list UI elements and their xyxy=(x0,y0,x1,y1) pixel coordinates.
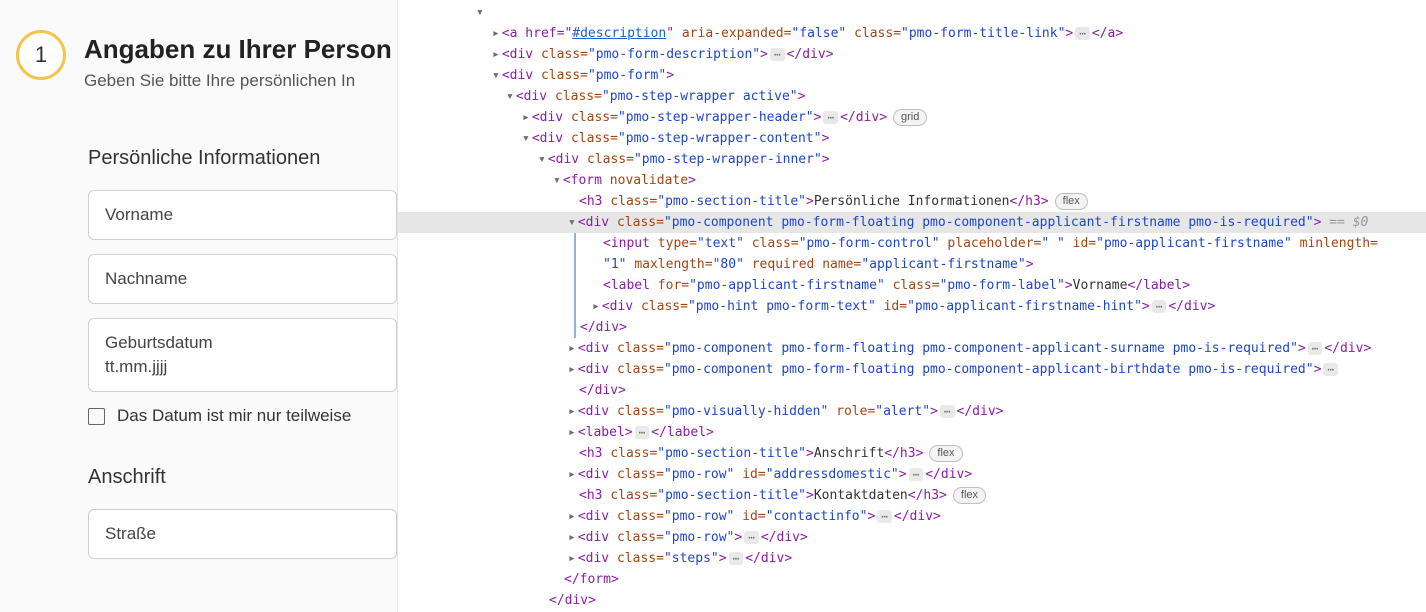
href-link[interactable]: #description xyxy=(572,26,666,41)
ellipsis-icon[interactable]: ⋯ xyxy=(909,468,924,481)
section-address-title: Anschrift xyxy=(88,466,397,489)
dom-row[interactable]: <div class="pmo-step-wrapper active"> xyxy=(398,86,1426,107)
dom-row[interactable]: <div class="pmo-row" id="addressdomestic… xyxy=(398,464,1426,485)
dom-row[interactable]: <div class="pmo-step-wrapper-header">⋯</… xyxy=(398,107,1426,128)
firstname-field[interactable]: Vorname xyxy=(88,190,397,240)
dom-row[interactable]: <div class="pmo-row">⋯</div> xyxy=(398,527,1426,548)
dom-text: Kontaktdaten xyxy=(814,488,908,503)
dom-row[interactable]: <a href="#description" aria-expanded="fa… xyxy=(398,23,1426,44)
ellipsis-icon[interactable]: ⋯ xyxy=(1152,300,1167,313)
dom-row[interactable] xyxy=(398,2,1426,23)
street-label: Straße xyxy=(105,524,380,544)
partial-date-label: Das Datum ist mir nur teilweise xyxy=(117,406,351,426)
dom-row[interactable]: <div class="steps">⋯</div> xyxy=(398,548,1426,569)
checkbox-icon[interactable] xyxy=(88,408,105,425)
section-personal-info-title: Persönliche Informationen xyxy=(88,147,397,170)
dom-row[interactable]: <label>⋯</label> xyxy=(398,422,1426,443)
layout-badge[interactable]: flex xyxy=(929,445,962,462)
dom-text: Persönliche Informationen xyxy=(814,194,1010,209)
ellipsis-icon[interactable]: ⋯ xyxy=(940,405,955,418)
birthdate-placeholder: tt.mm.jjjj xyxy=(105,357,380,377)
dom-row[interactable]: <form novalidate> xyxy=(398,170,1426,191)
ellipsis-icon[interactable]: ⋯ xyxy=(770,48,785,61)
dom-row[interactable]: <div class="pmo-hint pmo-form-text" id="… xyxy=(576,296,1426,317)
ellipsis-icon[interactable]: ⋯ xyxy=(744,531,759,544)
dom-row[interactable]: "1" maxlength="80" required name="applic… xyxy=(576,254,1426,275)
layout-badge[interactable]: flex xyxy=(953,487,986,504)
dom-row-selected[interactable]: <div class="pmo-component pmo-form-float… xyxy=(398,212,1426,233)
surname-field[interactable]: Nachname xyxy=(88,254,397,304)
birthdate-field[interactable]: Geburtsdatum tt.mm.jjjj xyxy=(88,318,397,392)
dom-text: Anschrift xyxy=(814,446,884,461)
dom-text: Vorname xyxy=(1073,278,1128,293)
surname-label: Nachname xyxy=(105,269,380,289)
dom-row[interactable]: <div class="pmo-component pmo-form-float… xyxy=(398,359,1426,380)
birthdate-label: Geburtsdatum xyxy=(105,333,380,353)
dom-row[interactable]: <h3 class="pmo-section-title">Kontaktdat… xyxy=(398,485,1426,506)
dom-row[interactable]: <label for="pmo-applicant-firstname" cla… xyxy=(576,275,1426,296)
dom-row[interactable]: <div class="pmo-form"> xyxy=(398,65,1426,86)
step-title: Angaben zu Ihrer Person xyxy=(84,34,397,65)
street-field[interactable]: Straße xyxy=(88,509,397,559)
dom-row[interactable]: <div class="pmo-visually-hidden" role="a… xyxy=(398,401,1426,422)
dom-row[interactable]: <div class="pmo-component pmo-form-float… xyxy=(398,338,1426,359)
partial-date-checkbox-row[interactable]: Das Datum ist mir nur teilweise xyxy=(88,406,397,426)
ellipsis-icon[interactable]: ⋯ xyxy=(823,111,838,124)
dom-row[interactable]: <div class="pmo-form-description">⋯</div… xyxy=(398,44,1426,65)
dom-row[interactable]: <h3 class="pmo-section-title">Persönlich… xyxy=(398,191,1426,212)
ellipsis-icon[interactable]: ⋯ xyxy=(1075,27,1090,40)
dom-row[interactable]: <div class="pmo-row" id="contactinfo">⋯<… xyxy=(398,506,1426,527)
ellipsis-icon[interactable]: ⋯ xyxy=(729,552,744,565)
console-ref: == $0 xyxy=(1321,215,1368,230)
rendered-page-preview: 1 Angaben zu Ihrer Person Geben Sie bitt… xyxy=(0,0,398,612)
dom-row[interactable]: <div class="pmo-step-wrapper-inner"> xyxy=(398,149,1426,170)
step-subtitle: Geben Sie bitte Ihre persönlichen In xyxy=(84,71,397,91)
ellipsis-icon[interactable]: ⋯ xyxy=(635,426,650,439)
dom-row[interactable]: </div> xyxy=(576,317,1426,338)
dom-row[interactable]: <div class="pmo-step-wrapper-content"> xyxy=(398,128,1426,149)
ellipsis-icon[interactable]: ⋯ xyxy=(1308,342,1323,355)
dom-row[interactable]: </div> xyxy=(398,590,1426,611)
ellipsis-icon[interactable]: ⋯ xyxy=(877,510,892,523)
dom-row[interactable]: <input type="text" class="pmo-form-contr… xyxy=(576,233,1426,254)
firstname-label: Vorname xyxy=(105,205,380,225)
dom-row[interactable]: </form> xyxy=(398,569,1426,590)
ellipsis-icon[interactable]: ⋯ xyxy=(1323,363,1338,376)
devtools-elements-panel[interactable]: ⋯ <a href="#description" aria-expanded="… xyxy=(398,0,1426,612)
layout-badge[interactable]: grid xyxy=(893,109,927,126)
dom-row[interactable]: <h3 class="pmo-section-title">Anschrift<… xyxy=(398,443,1426,464)
step-number-badge: 1 xyxy=(16,30,66,80)
dom-row[interactable]: </div> xyxy=(398,380,1426,401)
layout-badge[interactable]: flex xyxy=(1055,193,1088,210)
